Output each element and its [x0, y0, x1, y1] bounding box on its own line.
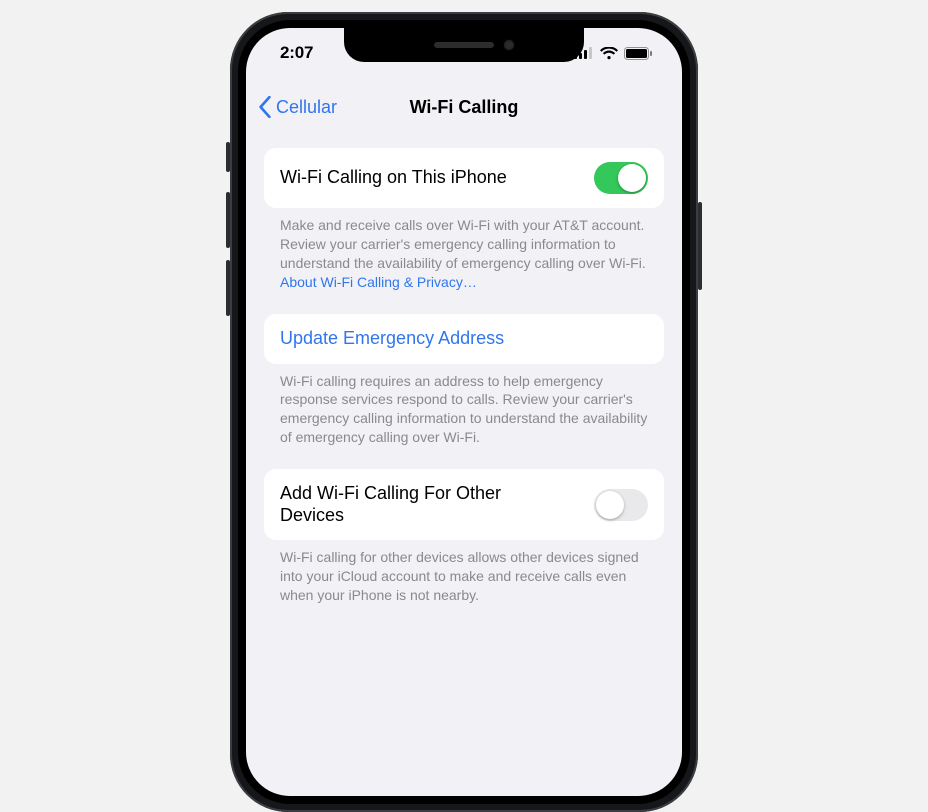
front-camera: [504, 40, 514, 50]
wifi-calling-other-devices-cell[interactable]: Add Wi-Fi Calling For Other Devices: [264, 469, 664, 540]
update-emergency-address-label: Update Emergency Address: [280, 328, 504, 349]
nav-bar: Cellular Wi-Fi Calling: [246, 84, 682, 130]
back-label: Cellular: [276, 97, 337, 118]
group3-footer-text: Wi-Fi calling for other devices allows o…: [280, 549, 639, 603]
update-emergency-address-cell[interactable]: Update Emergency Address: [264, 314, 664, 364]
side-button-volume-down: [226, 260, 230, 316]
screen: 2:07: [246, 28, 682, 796]
wifi-calling-other-devices-toggle[interactable]: [594, 489, 648, 521]
side-button-power: [698, 202, 702, 290]
content: Wi-Fi Calling on This iPhone Make and re…: [246, 148, 682, 796]
phone-frame: 2:07: [230, 12, 698, 812]
group2-footer-text: Wi-Fi calling requires an address to hel…: [280, 373, 647, 446]
side-button-mute: [226, 142, 230, 172]
side-button-volume-up: [226, 192, 230, 248]
wifi-calling-this-iphone-cell[interactable]: Wi-Fi Calling on This iPhone: [264, 148, 664, 208]
group1-footer: Make and receive calls over Wi-Fi with y…: [264, 208, 664, 314]
chevron-left-icon: [258, 96, 272, 118]
speaker-grille: [434, 42, 494, 48]
wifi-icon: [600, 47, 618, 60]
group2-footer: Wi-Fi calling requires an address to hel…: [264, 364, 664, 470]
wifi-calling-this-iphone-toggle[interactable]: [594, 162, 648, 194]
battery-icon: [624, 47, 652, 60]
status-time: 2:07: [280, 43, 313, 63]
back-button[interactable]: Cellular: [258, 96, 337, 118]
toggle-knob: [618, 164, 646, 192]
notch: [344, 28, 584, 62]
about-wifi-calling-privacy-link[interactable]: About Wi-Fi Calling & Privacy…: [280, 274, 477, 290]
wifi-calling-other-devices-label: Add Wi-Fi Calling For Other Devices: [280, 483, 520, 526]
toggle-knob: [596, 491, 624, 519]
group3-footer: Wi-Fi calling for other devices allows o…: [264, 540, 664, 627]
wifi-calling-this-iphone-label: Wi-Fi Calling on This iPhone: [280, 167, 507, 189]
status-indicators: [574, 47, 652, 60]
group1-footer-text: Make and receive calls over Wi-Fi with y…: [280, 217, 646, 271]
